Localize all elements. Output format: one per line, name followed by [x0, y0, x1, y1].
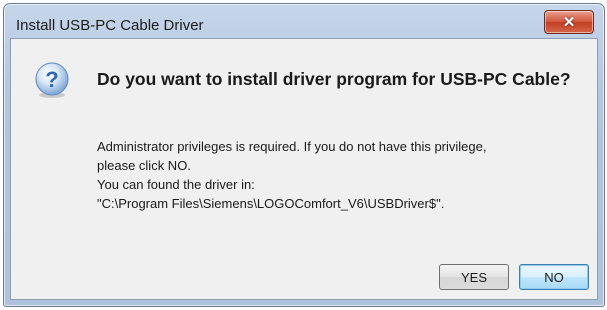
no-button[interactable]: NO — [519, 264, 589, 290]
message-line: Administrator privileges is required. If… — [97, 139, 487, 154]
dialog-message: Administrator privileges is required. If… — [97, 137, 597, 213]
svg-text:?: ? — [45, 67, 58, 92]
window-title: Install USB-PC Cable Driver — [16, 17, 204, 34]
message-line: You can found the driver in: — [97, 177, 255, 192]
message-line: please click NO. — [97, 158, 191, 173]
close-button[interactable]: ✕ — [544, 10, 594, 34]
dialog-headline: Do you want to install driver program fo… — [97, 69, 571, 89]
dialog-window: Install USB-PC Cable Driver ✕ ? Do you w… — [3, 3, 605, 307]
message-line: "C:\Program Files\Siemens\LOGOComfort_V6… — [97, 196, 445, 211]
question-icon: ? — [35, 62, 69, 98]
yes-button[interactable]: YES — [439, 264, 509, 290]
close-icon: ✕ — [562, 13, 576, 31]
dialog-content: ? Do you want to install driver program … — [10, 38, 598, 300]
title-bar[interactable]: Install USB-PC Cable Driver ✕ — [4, 4, 604, 38]
